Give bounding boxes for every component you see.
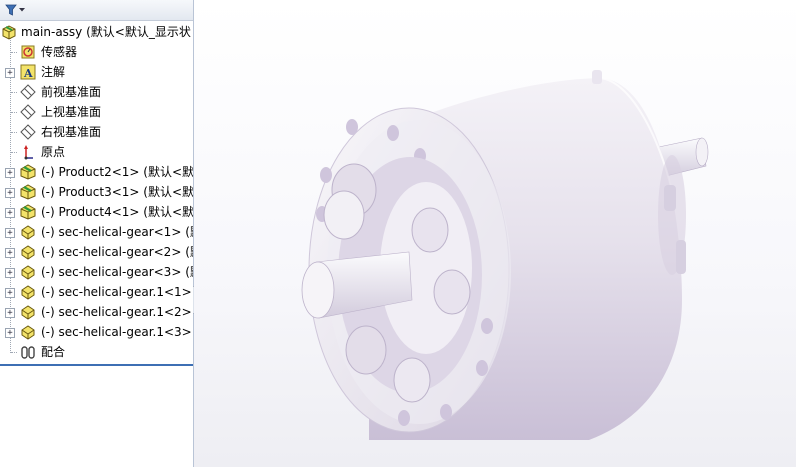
part-icon — [20, 264, 36, 280]
expand-toggle[interactable]: + — [5, 328, 15, 338]
tree-item-label: 上视基准面 — [41, 105, 102, 119]
part-icon — [20, 284, 36, 300]
expand-toggle[interactable]: + — [5, 268, 15, 278]
filter-bar — [0, 0, 193, 21]
subassembly-icon — [20, 204, 36, 220]
tree-item-sec-helical-gear-3[interactable]: + (-) sec-helical-gear<3> (默 — [0, 262, 193, 282]
svg-text:A: A — [23, 67, 33, 80]
part-icon — [20, 304, 36, 320]
tree-item-sec-helical-gear-2[interactable]: + (-) sec-helical-gear<2> (默 — [0, 242, 193, 262]
tree-item-label: 配合 — [41, 345, 66, 359]
tree-item-label: (-) sec-helical-gear<1> (默 — [41, 225, 194, 239]
tree-item-annotations[interactable]: + A 注解 — [0, 62, 193, 82]
expand-toggle[interactable]: + — [5, 208, 15, 218]
assembly-icon — [1, 24, 17, 40]
tree-item-label: (-) Product3<1> (默认<默认 — [41, 185, 194, 199]
subassembly-icon — [20, 164, 36, 180]
tree-item-product3[interactable]: + (-) Product3<1> (默认<默认 — [0, 182, 193, 202]
plane-icon — [20, 104, 36, 120]
tree-item-label: 注解 — [41, 65, 66, 79]
part-icon — [20, 224, 36, 240]
subassembly-icon — [20, 184, 36, 200]
tree-item-label: 原点 — [41, 145, 66, 159]
graphics-area[interactable] — [194, 0, 796, 467]
tree-item-label: (-) sec-helical-gear.1<1> ( — [41, 285, 194, 299]
sensor-icon — [20, 44, 36, 60]
tree-item-sec-helical-gear-1-1[interactable]: + (-) sec-helical-gear.1<1> ( — [0, 282, 193, 302]
tree-item-label: (-) Product2<1> (默认<默认 — [41, 165, 194, 179]
expand-toggle[interactable]: + — [5, 228, 15, 238]
tree-item-front-plane[interactable]: 前视基准面 — [0, 82, 193, 102]
tree-item-mates[interactable]: 配合 — [0, 342, 193, 362]
tree-item-sec-helical-gear-1[interactable]: + (-) sec-helical-gear<1> (默 — [0, 222, 193, 242]
tree-item-sec-helical-gear-1-3[interactable]: + (-) sec-helical-gear.1<3> ( — [0, 322, 193, 342]
filter-icon — [5, 4, 25, 16]
tree-item-top-plane[interactable]: 上视基准面 — [0, 102, 193, 122]
tree-item-label: (-) sec-helical-gear.1<2> ( — [41, 305, 194, 319]
tree-item-main-assy[interactable]: main-assy (默认<默认_显示状 — [0, 22, 193, 42]
part-icon — [20, 244, 36, 260]
expand-toggle[interactable]: + — [5, 248, 15, 258]
tree-item-sec-helical-gear-1-2[interactable]: + (-) sec-helical-gear.1<2> ( — [0, 302, 193, 322]
annotation-icon: A — [20, 64, 36, 80]
plane-icon — [20, 84, 36, 100]
tree-item-label: main-assy (默认<默认_显示状 — [21, 25, 191, 39]
plane-icon — [20, 124, 36, 140]
tree-item-product2[interactable]: + (-) Product2<1> (默认<默认 — [0, 162, 193, 182]
expand-toggle[interactable]: + — [5, 168, 15, 178]
tree-item-label: (-) Product4<1> (默认<默认 — [41, 205, 194, 219]
expand-toggle[interactable]: + — [5, 288, 15, 298]
part-icon — [20, 324, 36, 340]
feature-manager-tree-panel: main-assy (默认<默认_显示状 传感器 + A 注解 前视基准面 上视… — [0, 0, 194, 467]
tree-item-product4[interactable]: + (-) Product4<1> (默认<默认 — [0, 202, 193, 222]
tree-item-right-plane[interactable]: 右视基准面 — [0, 122, 193, 142]
tree-item-origin[interactable]: 原点 — [0, 142, 193, 162]
tree-item-sensors[interactable]: 传感器 — [0, 42, 193, 62]
tree-item-label: 右视基准面 — [41, 125, 102, 139]
mates-icon — [20, 344, 36, 360]
tree-item-label: (-) sec-helical-gear<3> (默 — [41, 265, 194, 279]
tree-item-label: (-) sec-helical-gear.1<3> ( — [41, 325, 194, 339]
feature-tree: main-assy (默认<默认_显示状 传感器 + A 注解 前视基准面 上视… — [0, 22, 193, 362]
3d-model-assembly — [301, 70, 709, 440]
panel-divider — [0, 364, 193, 366]
tree-item-label: (-) sec-helical-gear<2> (默 — [41, 245, 194, 259]
expand-toggle[interactable]: + — [5, 68, 15, 78]
tree-item-label: 前视基准面 — [41, 85, 102, 99]
expand-toggle[interactable]: + — [5, 188, 15, 198]
tree-item-label: 传感器 — [41, 45, 78, 59]
expand-toggle[interactable]: + — [5, 308, 15, 318]
origin-icon — [20, 144, 36, 160]
filter-button[interactable] — [4, 2, 28, 17]
